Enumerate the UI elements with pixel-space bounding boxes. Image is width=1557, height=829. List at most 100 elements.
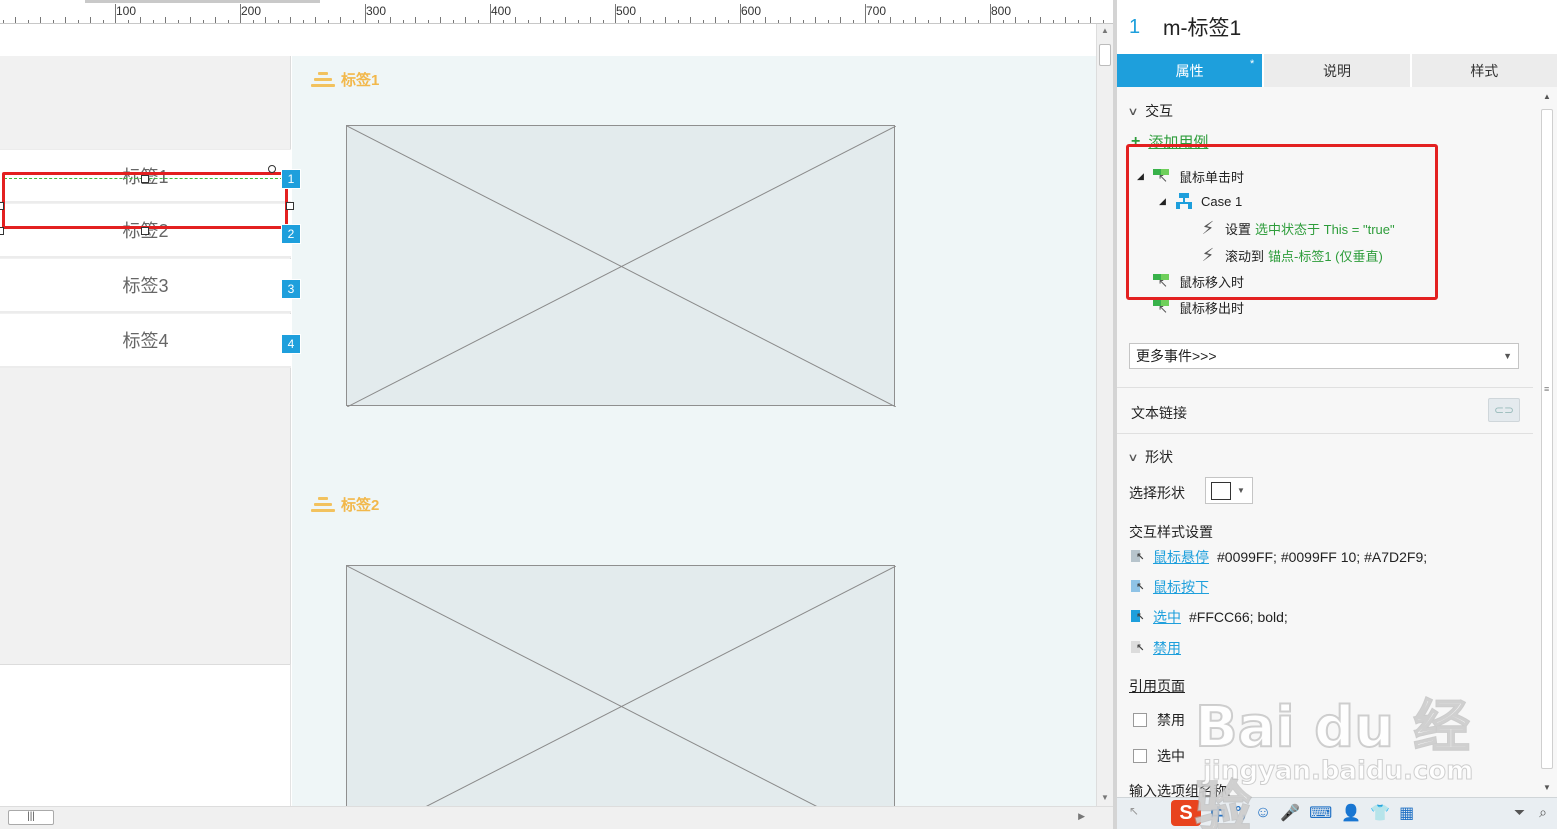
canvas-horizontal-scrollbar[interactable]: ||| ▶: [0, 806, 1113, 829]
shape-picker[interactable]: ▼: [1205, 477, 1253, 504]
resize-handle[interactable]: [141, 175, 149, 183]
section-title: 形状: [1145, 449, 1174, 465]
inspector-scrollbar[interactable]: ▲ ≡ ▼: [1537, 87, 1557, 797]
ruler-label: 100: [116, 4, 137, 18]
skin-shirt-icon[interactable]: 👕: [1370, 803, 1390, 823]
grip-icon: ≡: [1544, 384, 1550, 394]
ime-punctuation[interactable]: °,: [1235, 804, 1246, 822]
placeholder-cross: [347, 126, 896, 407]
ime-logo[interactable]: S: [1171, 800, 1201, 826]
tab-properties[interactable]: 属性 *: [1117, 54, 1265, 87]
resize-handle[interactable]: [0, 202, 4, 210]
rectangle-shape-icon: [1211, 481, 1231, 500]
tab-notes[interactable]: 说明: [1264, 54, 1412, 87]
ruler-label: 300: [366, 4, 387, 18]
tab-item-3[interactable]: 标签3: [0, 259, 291, 313]
widget-number: 1: [1129, 15, 1141, 38]
more-events-dropdown[interactable]: 更多事件>>> ▼: [1129, 343, 1519, 369]
resize-handle[interactable]: [141, 227, 149, 235]
interaction-badge[interactable]: 1: [281, 169, 301, 189]
scroll-right-icon[interactable]: ▶: [1078, 811, 1085, 822]
selected-checkbox[interactable]: [1133, 749, 1147, 763]
tab-item-4[interactable]: 标签4: [0, 314, 291, 368]
chevron-down-icon: ▼: [1237, 486, 1245, 495]
scroll-down-icon[interactable]: ▼: [1543, 783, 1551, 792]
style-mousedown-row: ↖ 鼠标按下: [1131, 577, 1209, 597]
shape-section-toggle[interactable]: ∨ 形状: [1127, 447, 1174, 467]
widget-name[interactable]: m-标签1: [1163, 12, 1241, 42]
anchor-label: 标签2: [341, 497, 380, 514]
anchor-icon: [311, 70, 335, 90]
checkbox-label: 禁用: [1157, 712, 1185, 728]
disabled-checkbox-row[interactable]: 禁用: [1133, 710, 1185, 730]
section-divider: [1117, 387, 1533, 388]
select-shape-label: 选择形状: [1129, 485, 1185, 501]
filter-icon[interactable]: ⏷: [1514, 804, 1525, 821]
anchor-icon: [311, 495, 335, 515]
tab-label: 属性: [1175, 62, 1204, 79]
dropdown-value: 更多事件>>>: [1136, 348, 1217, 364]
inspector-status-bar: ↖ S 中 °, ☺ 🎤 ⌨ 👤 👕 ▦ ⏷ ⌕: [1117, 797, 1557, 829]
selected-style-link[interactable]: 选中: [1153, 607, 1181, 627]
section-divider: [1117, 433, 1533, 434]
canvas-vertical-scrollbar[interactable]: ▲ ▼: [1096, 24, 1113, 806]
tab-menu-panel: 标签1 标签2 标签3 标签4: [0, 56, 291, 664]
hover-style-link[interactable]: 鼠标悬停: [1153, 547, 1209, 567]
image-placeholder-1[interactable]: [346, 125, 896, 407]
style-hover-row: ↖ 鼠标悬停 #0099FF; #0099FF 10; #A7D2F9;: [1131, 547, 1427, 567]
ruler-ticks: [3, 4, 1104, 23]
link-icon[interactable]: ⊂⊃: [1488, 398, 1520, 422]
interaction-badge[interactable]: 4: [281, 334, 301, 354]
resize-handle[interactable]: [0, 227, 4, 235]
selected-style-value: #FFCC66; bold;: [1189, 609, 1288, 625]
ruler-label: 500: [616, 4, 637, 18]
tab-style[interactable]: 样式: [1411, 54, 1557, 87]
scroll-up-icon[interactable]: ▲: [1101, 26, 1109, 35]
scroll-thumb[interactable]: [1099, 44, 1111, 66]
bottom-tools: ⏷ ⌕: [1514, 804, 1547, 821]
anchor-2[interactable]: 标签2: [311, 494, 379, 515]
scroll-up-icon[interactable]: ▲: [1543, 92, 1551, 101]
scroll-thumb[interactable]: [1541, 109, 1553, 769]
selected-checkbox-row[interactable]: 选中: [1133, 746, 1185, 766]
hover-style-value: #0099FF; #0099FF 10; #A7D2F9;: [1217, 549, 1428, 565]
anchor-label: 标签1: [341, 72, 380, 89]
user-icon[interactable]: 👤: [1341, 803, 1361, 823]
style-selected-row: ↖ 选中 #FFCC66; bold;: [1131, 607, 1288, 627]
annotation-highlight-box: [1126, 144, 1438, 300]
disabled-checkbox[interactable]: [1133, 713, 1147, 727]
ruler-label: 700: [866, 4, 887, 18]
emoji-icon[interactable]: ☺: [1255, 804, 1271, 822]
tab-label: 样式: [1470, 62, 1499, 79]
event-on-mouse-leave[interactable]: ↖ 鼠标移出时: [1153, 298, 1244, 317]
mousedown-style-link[interactable]: 鼠标按下: [1153, 577, 1209, 597]
anchor-1[interactable]: 标签1: [311, 69, 379, 90]
design-canvas[interactable]: 标签1 标签2 标签3 标签4 1 2 3 4: [0, 24, 1096, 806]
placeholder-cross: [347, 566, 896, 806]
image-placeholder-2[interactable]: [346, 565, 896, 806]
ruler-label: 800: [991, 4, 1012, 18]
event-label: 鼠标移出时: [1179, 301, 1245, 316]
grid-apps-icon[interactable]: ▦: [1399, 803, 1414, 823]
ime-mode[interactable]: 中: [1210, 801, 1226, 825]
scroll-down-icon[interactable]: ▼: [1101, 793, 1109, 802]
modified-marker: *: [1250, 58, 1255, 70]
search-icon[interactable]: ⌕: [1539, 804, 1547, 821]
interaction-styles-heading: 交互样式设置: [1129, 524, 1213, 540]
microphone-icon[interactable]: 🎤: [1280, 803, 1300, 823]
section-title: 交互: [1145, 103, 1174, 119]
pointer-icon: ↖: [1129, 804, 1140, 818]
disabled-style-link[interactable]: 禁用: [1153, 638, 1181, 658]
scroll-thumb[interactable]: |||: [8, 810, 54, 825]
resize-handle[interactable]: [286, 202, 294, 210]
inspector-panel: 1 m-标签1 属性 * 说明 样式 ∨ 交互 + 添加用例 ◢ ↖ 鼠标单击时…: [1117, 0, 1557, 829]
reference-page-link[interactable]: 引用页面: [1129, 676, 1185, 696]
interaction-badge[interactable]: 2: [281, 224, 301, 244]
rotate-handle[interactable]: [268, 165, 276, 173]
interaction-section-toggle[interactable]: ∨ 交互: [1127, 101, 1174, 121]
interaction-badge[interactable]: 3: [281, 279, 301, 299]
ime-toolbar[interactable]: S 中 °, ☺ 🎤 ⌨ 👤 👕 ▦: [1171, 800, 1414, 826]
hover-style-icon: ↖: [1131, 550, 1145, 564]
keyboard-icon[interactable]: ⌨: [1309, 803, 1332, 823]
tab-item-label: 标签3: [122, 276, 169, 296]
